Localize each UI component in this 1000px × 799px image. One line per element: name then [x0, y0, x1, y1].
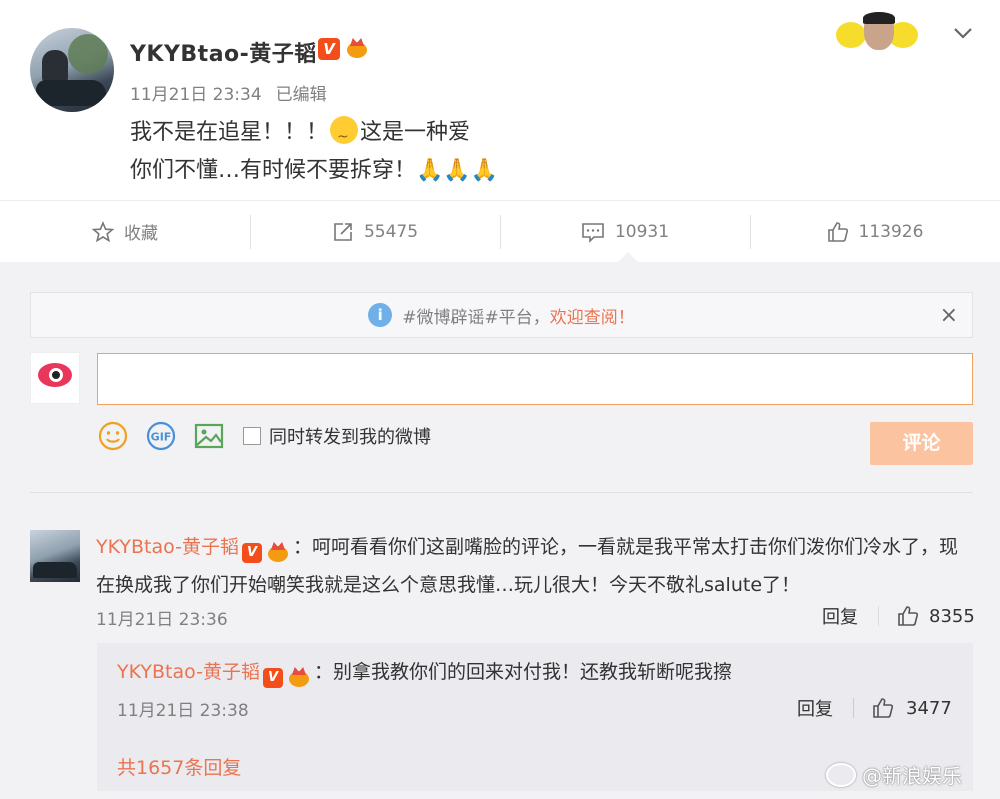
notice-text[interactable]: #微博辟谣#平台，: [402, 303, 550, 328]
more-replies-link[interactable]: 共1657条回复: [117, 753, 241, 780]
post-content: 我不是在追星！！！ 这是一种爱 你们不懂…有时候不要拆穿！🙏🙏🙏: [130, 114, 498, 190]
comment-content: YKYBtao-黄子韬 V ：呵呵看看你们这副嘴脸的评论，一看就是我平常太打击你们泼…: [96, 528, 976, 604]
author-badges: V: [318, 38, 369, 60]
gif-icon[interactable]: GIF: [145, 420, 177, 452]
thumbs-up-icon[interactable]: [872, 697, 894, 719]
notice-link[interactable]: 欢迎查阅！: [550, 303, 635, 328]
author-avatar[interactable]: [30, 28, 114, 112]
comment-author-name[interactable]: YKYBtao-黄子韬: [96, 536, 239, 558]
avatar-person: [42, 50, 68, 82]
sticker-hair: [863, 12, 895, 24]
crown-badge-icon[interactable]: [345, 38, 369, 60]
star-icon: [92, 220, 114, 242]
repost-option[interactable]: 同时转发到我的微博: [243, 423, 431, 449]
current-user-avatar[interactable]: [30, 352, 80, 404]
comment-author-badges: V: [241, 542, 290, 564]
favorite-label: 收藏: [124, 224, 158, 244]
favorite-button[interactable]: 收藏: [0, 201, 250, 262]
reply-date: 11月21日 23:38: [117, 701, 249, 721]
close-icon[interactable]: ×: [940, 303, 958, 328]
comment-like-count: 8355: [929, 605, 975, 627]
avatar-car: [33, 562, 77, 578]
rumor-notice-bar: i #微博辟谣#平台， 欢迎查阅！ ×: [30, 292, 973, 338]
divider: [30, 492, 973, 493]
composer-tools: GIF 同时转发到我的微博: [97, 420, 431, 452]
repost-icon: [334, 222, 352, 241]
comment-author-avatar[interactable]: [30, 530, 80, 582]
post-date[interactable]: 11月21日 23:34: [130, 85, 262, 105]
comment-button[interactable]: 10931: [500, 201, 750, 262]
action-divider: [878, 606, 879, 626]
card-sticker-image: [836, 12, 920, 52]
gif-icon-label: GIF: [151, 431, 172, 444]
reply-author-name[interactable]: YKYBtao-黄子韬: [117, 661, 260, 683]
repost-button[interactable]: 55475: [250, 201, 500, 262]
post-edited-label[interactable]: 已编辑: [276, 85, 327, 105]
post-meta: 11月21日 23:34 已编辑: [130, 80, 327, 105]
avatar-tree: [68, 34, 108, 74]
avatar-car: [36, 80, 106, 106]
thumbs-up-icon[interactable]: [897, 605, 919, 627]
sticker-blob-left: [836, 22, 866, 48]
emoji-icon[interactable]: [97, 420, 129, 452]
chevron-down-icon[interactable]: [952, 22, 974, 44]
comment-actions: 回复 8355: [822, 603, 975, 629]
verified-badge-icon[interactable]: V: [241, 543, 262, 563]
reply-author-badges: V: [262, 667, 311, 689]
verified-badge-icon[interactable]: V: [318, 38, 340, 60]
comment-input[interactable]: [97, 353, 973, 405]
reply-like-count: 3477: [906, 697, 952, 719]
post-author-name[interactable]: YKYBtao-黄子韬: [130, 36, 317, 68]
reply-reply-button[interactable]: 回复: [797, 695, 833, 721]
crown-badge-icon[interactable]: [287, 667, 311, 689]
thumbs-up-icon: [827, 221, 848, 242]
watermark-text: @新浪娱乐: [862, 764, 962, 788]
comment-icon: [582, 222, 604, 243]
post-line-2-text: 你们不懂…有时候不要拆穿！: [130, 158, 417, 183]
reply-text: ：别拿我教你们的回来对付我！还教我斩断呢我擦: [313, 661, 732, 683]
post-line-1-b: 这是一种爱: [360, 120, 471, 145]
info-icon: i: [368, 303, 393, 327]
like-button[interactable]: 113926: [750, 201, 1000, 262]
reply-actions: 回复 3477: [797, 695, 952, 721]
weibo-logo-icon: [826, 762, 856, 787]
reply-content: YKYBtao-黄子韬 V ：别拿我教你们的回来对付我！还教我斩断呢我擦: [117, 657, 732, 689]
post-line-1: 我不是在追星！！！ 这是一种爱: [130, 114, 498, 156]
watermark: @新浪娱乐: [826, 760, 962, 789]
smile-emoji-icon: [330, 116, 359, 156]
comment-count: 10931: [614, 221, 670, 242]
like-count: 113926: [858, 221, 924, 242]
repost-checkbox[interactable]: [243, 427, 261, 445]
post-line-1-a: 我不是在追星！！！: [130, 120, 329, 145]
action-divider: [853, 698, 854, 718]
avatar-pupil: [49, 368, 63, 382]
weibo-post: YKYBtao-黄子韬 V 11月21日 23:34 已编辑 我不是在追星！！！ 这…: [0, 0, 1000, 262]
submit-comment-button[interactable]: 评论: [870, 422, 973, 465]
post-line-2: 你们不懂…有时候不要拆穿！🙏🙏🙏: [130, 152, 498, 190]
post-action-bar: 收藏 55475 10931 113926: [0, 200, 1000, 262]
verified-badge-icon[interactable]: V: [262, 668, 283, 688]
image-icon[interactable]: [193, 420, 225, 452]
repost-count: 55475: [363, 221, 419, 242]
pray-emoji-icons: 🙏🙏🙏: [416, 158, 499, 183]
crown-badge-icon[interactable]: [266, 542, 290, 564]
repost-option-label: 同时转发到我的微博: [269, 427, 431, 448]
comment-reply-button[interactable]: 回复: [822, 603, 858, 629]
comment-date: 11月21日 23:36: [96, 610, 228, 630]
